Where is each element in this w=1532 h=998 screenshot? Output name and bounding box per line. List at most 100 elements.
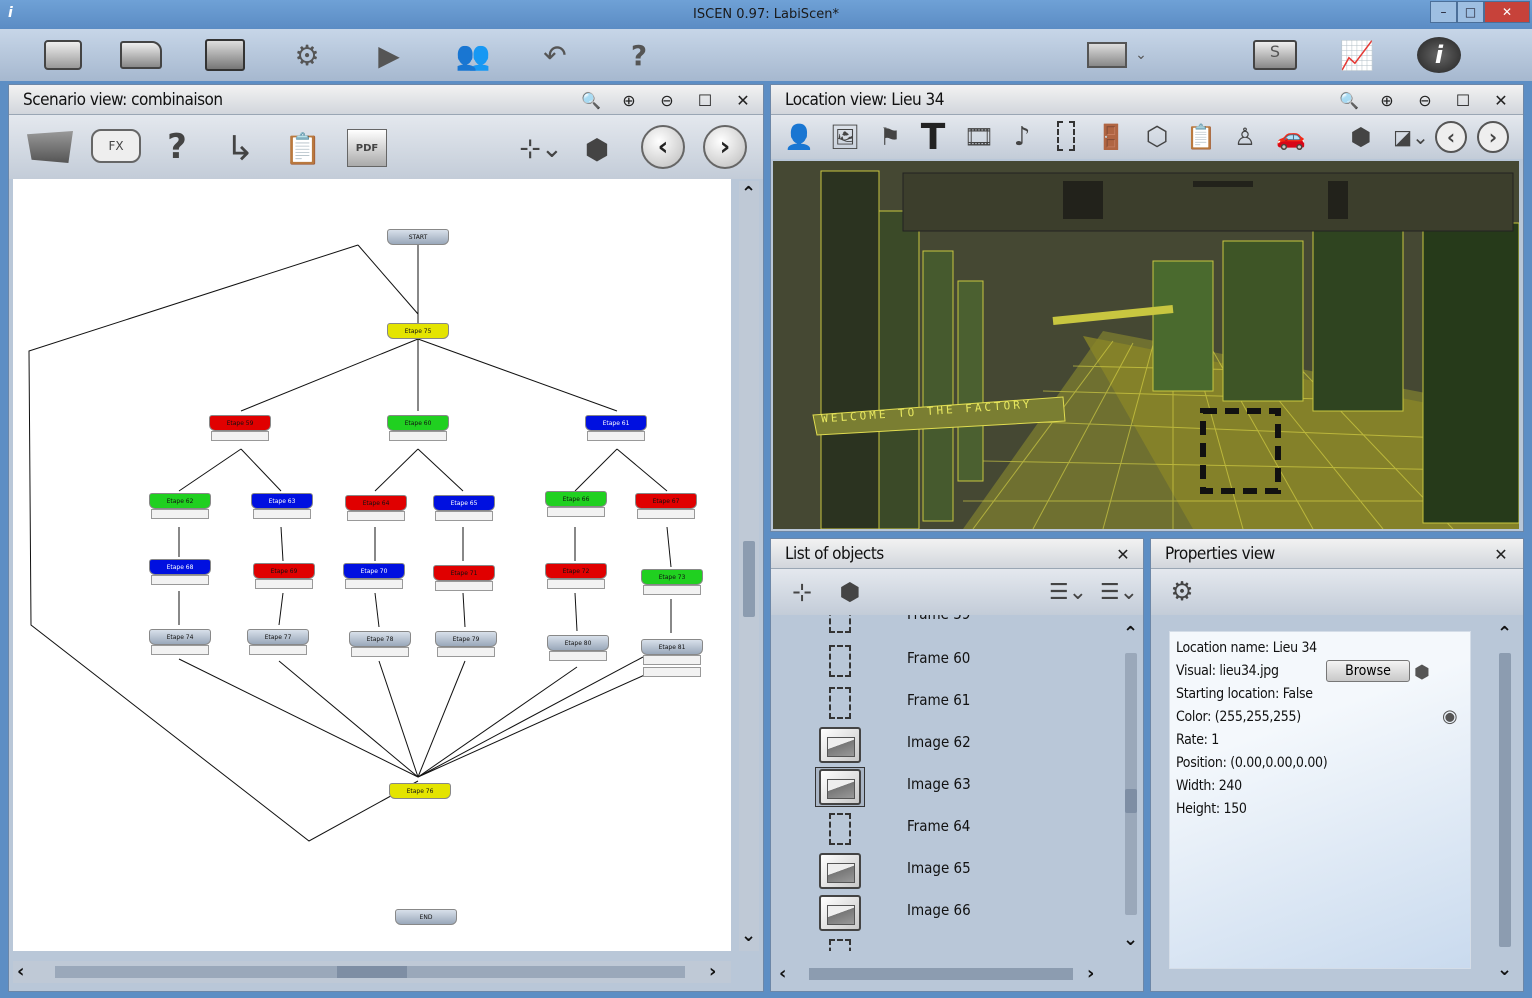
browse-button[interactable]: Browse xyxy=(1326,660,1410,682)
node-etape-78-action[interactable] xyxy=(351,647,409,657)
node-etape-59-action[interactable] xyxy=(211,431,269,441)
new-file-icon[interactable] xyxy=(40,35,86,75)
zoom-fit-icon[interactable]: 🔍 xyxy=(579,88,603,112)
node-etape-68-action[interactable] xyxy=(151,575,209,585)
node-etape-63[interactable]: Etape 63 xyxy=(251,493,313,509)
door-icon[interactable]: 🚪 xyxy=(1096,119,1126,155)
undo-icon[interactable]: ↶ xyxy=(532,35,578,75)
filter-list-icon[interactable]: ☰⌄ xyxy=(1045,575,1091,609)
zoom-out-icon[interactable]: ⊖ xyxy=(1413,88,1437,112)
scroll-up-icon[interactable]: ⌃ xyxy=(741,183,756,204)
zoom-out-icon[interactable]: ⊖ xyxy=(655,88,679,112)
node-etape-69-action[interactable] xyxy=(255,579,313,589)
location-scene-image[interactable]: WELCOME TO THE FACTORY xyxy=(773,161,1519,529)
list-item[interactable]: Frame 59 xyxy=(771,615,1121,637)
scenario-graph-canvas[interactable]: START Etape 75 Etape 59 Etape 60 Etape 6… xyxy=(13,179,731,951)
box-icon[interactable]: ⬡ xyxy=(1139,119,1175,155)
node-etape-67-action[interactable] xyxy=(637,509,695,519)
maximize-button[interactable]: □ xyxy=(1457,1,1484,23)
node-etape-77-action[interactable] xyxy=(249,645,307,655)
node-etape-61[interactable]: Etape 61 xyxy=(585,415,647,431)
scroll-down-icon[interactable]: ⌄ xyxy=(1123,929,1138,950)
close-panel-icon[interactable]: ✕ xyxy=(1111,542,1135,566)
minimize-button[interactable]: – xyxy=(1430,1,1457,23)
node-etape-62-action[interactable] xyxy=(151,509,209,519)
node-etape-65[interactable]: Etape 65 xyxy=(433,495,495,511)
scenario-hscroll-thumb[interactable] xyxy=(337,966,407,978)
pin-icon[interactable]: ♙ xyxy=(1229,119,1261,155)
node-etape-80[interactable]: Etape 80 xyxy=(547,635,609,651)
node-etape-74[interactable]: Etape 74 xyxy=(149,629,211,645)
node-etape-78[interactable]: Etape 78 xyxy=(349,631,411,647)
play-icon[interactable]: ▶ xyxy=(366,35,412,75)
close-button[interactable]: ✕ xyxy=(1484,1,1530,23)
scenario-horizontal-scrollbar[interactable]: ‹ › xyxy=(13,961,731,983)
scroll-left-icon[interactable]: ‹ xyxy=(779,963,786,984)
list-item[interactable]: Image 65 xyxy=(771,849,1121,891)
list-item[interactable]: Frame 61 xyxy=(771,681,1121,723)
close-panel-icon[interactable]: ✕ xyxy=(731,88,755,112)
fx-icon[interactable]: FX xyxy=(91,129,141,163)
objects-vertical-scrollbar[interactable]: ⌃ ⌄ xyxy=(1121,623,1141,953)
zoom-in-icon[interactable]: ⊕ xyxy=(617,88,641,112)
node-etape-71[interactable]: Etape 71 xyxy=(433,565,495,581)
node-etape-81[interactable]: Etape 81 xyxy=(641,639,703,655)
cube-icon[interactable]: ⬢ xyxy=(833,575,867,609)
help-icon[interactable]: ? xyxy=(616,35,662,75)
node-etape-63-action[interactable] xyxy=(253,509,311,519)
statistics-icon[interactable]: 📈 xyxy=(1334,35,1380,75)
car-icon[interactable]: 🚗 xyxy=(1271,119,1311,155)
scenario-vertical-scrollbar[interactable]: ⌃ ⌄ xyxy=(739,181,759,951)
character-icon[interactable]: 👤 xyxy=(781,119,817,155)
scroll-down-icon[interactable]: ⌄ xyxy=(1497,959,1512,980)
image-icon[interactable]: 🖼 xyxy=(827,119,863,155)
node-etape-79-action[interactable] xyxy=(437,647,495,657)
objects-horizontal-scrollbar[interactable]: ‹ › xyxy=(771,963,1121,985)
node-etape-73[interactable]: Etape 73 xyxy=(641,569,703,585)
pdf-icon[interactable]: PDF xyxy=(347,129,387,167)
question-icon[interactable]: ? xyxy=(155,125,199,169)
node-etape-59[interactable]: Etape 59 xyxy=(209,415,271,431)
zoom-fit-icon[interactable]: 🔍 xyxy=(1337,88,1361,112)
next-icon[interactable]: › xyxy=(703,125,747,169)
node-etape-77[interactable]: Etape 77 xyxy=(247,629,309,645)
maximize-panel-icon[interactable]: ☐ xyxy=(1451,88,1475,112)
previous-icon[interactable]: ‹ xyxy=(641,125,685,169)
frame-icon[interactable] xyxy=(1057,121,1075,151)
list-item[interactable]: Frame 64 xyxy=(771,807,1121,849)
node-etape-61-action[interactable] xyxy=(587,431,645,441)
shape-icon[interactable]: ◪⌄ xyxy=(1387,119,1435,155)
tree-layout-icon[interactable]: ⊹⌄ xyxy=(513,125,569,173)
node-etape-79[interactable]: Etape 79 xyxy=(435,631,497,647)
sound-icon[interactable]: ♪ xyxy=(1007,119,1037,155)
node-etape-66-action[interactable] xyxy=(547,507,605,517)
node-etape-72-action[interactable] xyxy=(547,579,605,589)
video-icon[interactable]: 🎞 xyxy=(961,119,997,155)
save-icon[interactable] xyxy=(202,35,248,75)
node-etape-69[interactable]: Etape 69 xyxy=(253,563,315,579)
flag-icon[interactable]: ⚑ xyxy=(875,119,905,155)
zoom-in-icon[interactable]: ⊕ xyxy=(1375,88,1399,112)
scenario-vscroll-thumb[interactable] xyxy=(743,541,755,617)
node-etape-62[interactable]: Etape 62 xyxy=(149,493,211,509)
node-etape-64-action[interactable] xyxy=(347,511,405,521)
settings-icon[interactable]: ⚙ xyxy=(284,35,330,75)
node-etape-67[interactable]: Etape 67 xyxy=(635,493,697,509)
node-etape-60[interactable]: Etape 60 xyxy=(387,415,449,431)
cube-icon[interactable]: ⬢ xyxy=(1343,119,1379,155)
color-picker-icon[interactable]: ◉ xyxy=(1442,706,1458,727)
close-panel-icon[interactable]: ✕ xyxy=(1489,88,1513,112)
users-icon[interactable]: 👥 xyxy=(450,35,496,75)
scroll-up-icon[interactable]: ⌃ xyxy=(1497,623,1512,644)
window-layout-icon[interactable]: ⌄ xyxy=(1082,35,1152,75)
scroll-right-icon[interactable]: › xyxy=(1087,963,1094,984)
list-item-partial[interactable] xyxy=(771,933,1121,951)
text-icon[interactable]: T xyxy=(913,115,953,159)
node-etape-65-action[interactable] xyxy=(435,511,493,521)
list-item[interactable]: Image 62 xyxy=(771,723,1121,765)
node-etape-80-action[interactable] xyxy=(549,651,607,661)
document-icon[interactable]: 📋 xyxy=(281,125,325,173)
node-etape-64[interactable]: Etape 64 xyxy=(345,495,407,511)
node-etape-74-action[interactable] xyxy=(151,645,209,655)
list-item-selected[interactable]: Image 63 xyxy=(771,765,1121,807)
